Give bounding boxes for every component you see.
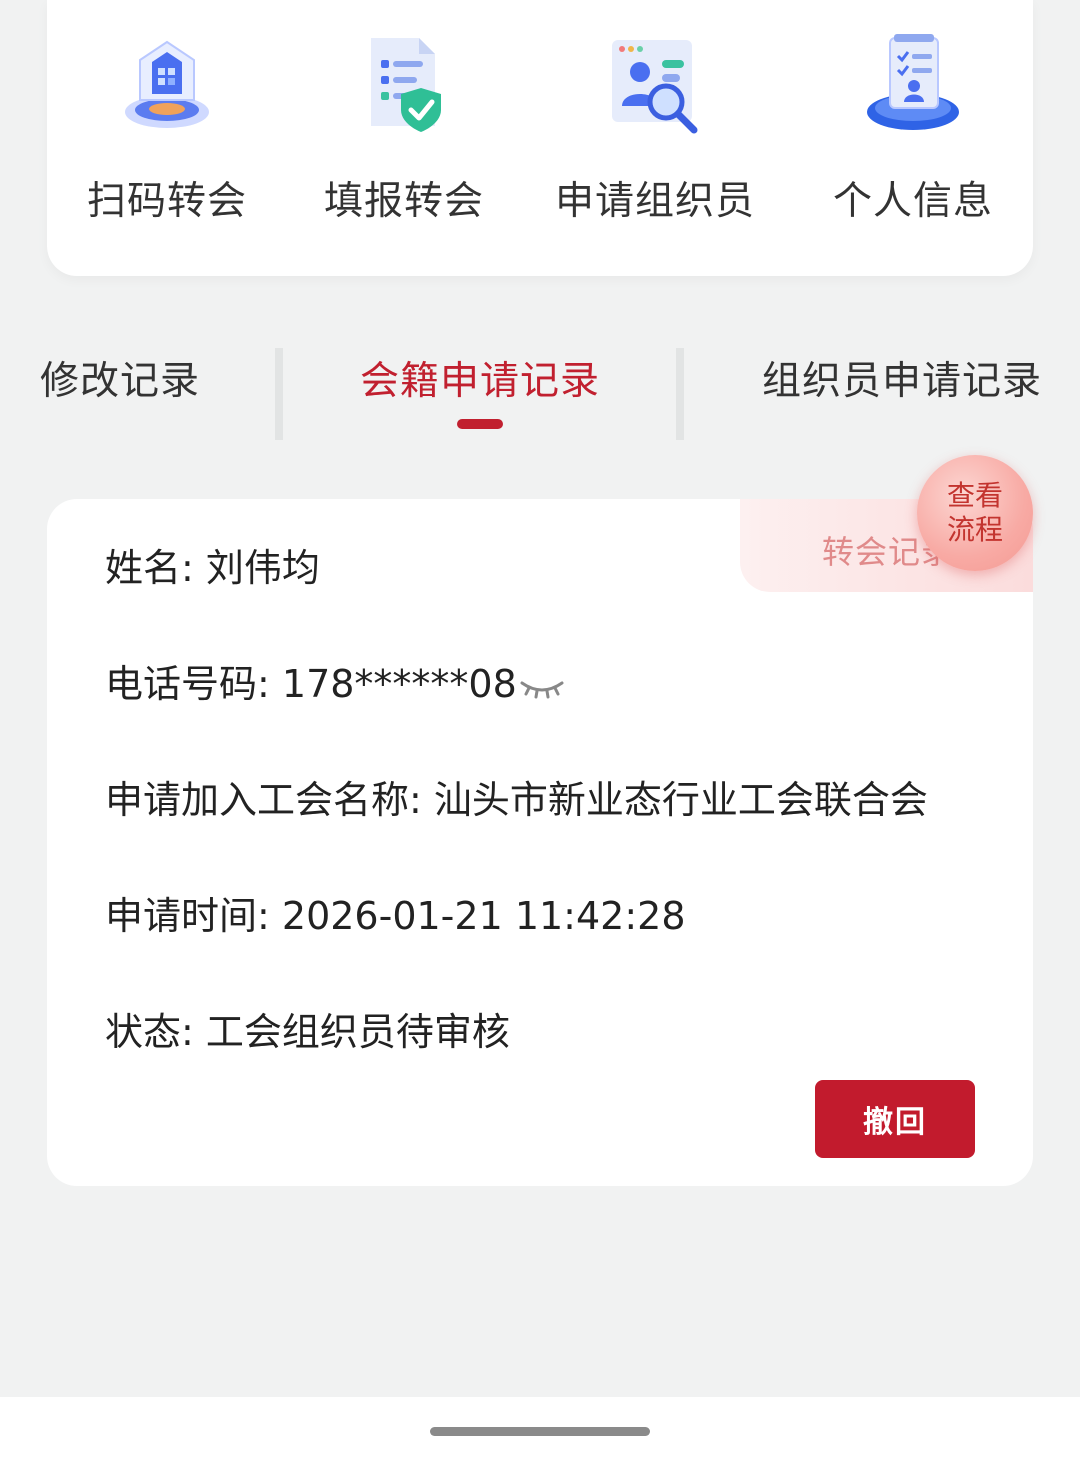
name-field: 姓名: 刘伟均 bbox=[105, 537, 320, 592]
apply-organizer-icon bbox=[612, 40, 698, 134]
time-value: 2026-01-21 11:42:28 bbox=[281, 894, 686, 938]
shortcut-apply-organizer[interactable]: 申请组织员 bbox=[535, 30, 775, 230]
shortcut-card: 扫码转会 填报转会 申请组织员 个人信息 bbox=[47, 0, 1033, 276]
tab-organizer-records[interactable]: 组织员申请记录 bbox=[762, 350, 1042, 406]
view-process-label: 查看流程 bbox=[946, 479, 1003, 546]
phone-field: 电话号码: 178******08 bbox=[105, 653, 565, 708]
status-field: 状态: 工会组织员待审核 bbox=[105, 1001, 510, 1056]
union-value: 汕头市新业态行业工会联合会 bbox=[433, 778, 928, 822]
shortcut-scan-transfer[interactable]: 扫码转会 bbox=[47, 30, 287, 230]
union-label: 申请加入工会名称: bbox=[105, 778, 422, 822]
union-field: 申请加入工会名称: 汕头市新业态行业工会联合会 bbox=[105, 769, 928, 824]
eye-closed-icon[interactable] bbox=[519, 675, 565, 699]
revoke-button[interactable]: 撤回 bbox=[815, 1080, 975, 1158]
phone-value: 178******08 bbox=[281, 662, 517, 706]
time-field: 申请时间: 2026-01-21 11:42:28 bbox=[105, 885, 686, 940]
tab-divider bbox=[676, 348, 684, 440]
active-tab-indicator bbox=[457, 419, 503, 429]
tab-divider bbox=[275, 348, 283, 440]
form-transfer-icon bbox=[371, 38, 441, 132]
shortcut-label: 申请组织员 bbox=[554, 179, 755, 224]
status-label: 状态: bbox=[105, 1010, 194, 1054]
scan-transfer-icon bbox=[125, 40, 209, 128]
shortcut-label: 填报转会 bbox=[323, 179, 484, 224]
name-label: 姓名: bbox=[105, 546, 194, 590]
view-process-button[interactable]: 查看流程 bbox=[917, 455, 1033, 571]
shortcut-label: 扫码转会 bbox=[86, 179, 247, 224]
name-value: 刘伟均 bbox=[205, 546, 320, 590]
shortcut-form-transfer[interactable]: 填报转会 bbox=[284, 30, 524, 230]
phone-label: 电话号码: bbox=[105, 662, 270, 706]
tab-modify-records[interactable]: 修改记录 bbox=[40, 350, 200, 406]
record-tabs: 修改记录 会籍申请记录 组织员申请记录 bbox=[0, 330, 1080, 440]
system-navigation-bar bbox=[0, 1397, 1080, 1467]
home-indicator[interactable] bbox=[430, 1427, 650, 1436]
shortcut-personal-info[interactable]: 个人信息 bbox=[793, 30, 1033, 230]
record-card: 转会记录 姓名: 刘伟均 电话号码: 178******08 申请加入工会名称:… bbox=[47, 499, 1033, 1186]
shortcut-label: 个人信息 bbox=[832, 179, 993, 224]
status-value: 工会组织员待审核 bbox=[205, 1010, 510, 1054]
personal-info-icon bbox=[867, 34, 959, 130]
time-label: 申请时间: bbox=[105, 894, 270, 938]
tab-membership-records[interactable]: 会籍申请记录 bbox=[360, 350, 600, 406]
